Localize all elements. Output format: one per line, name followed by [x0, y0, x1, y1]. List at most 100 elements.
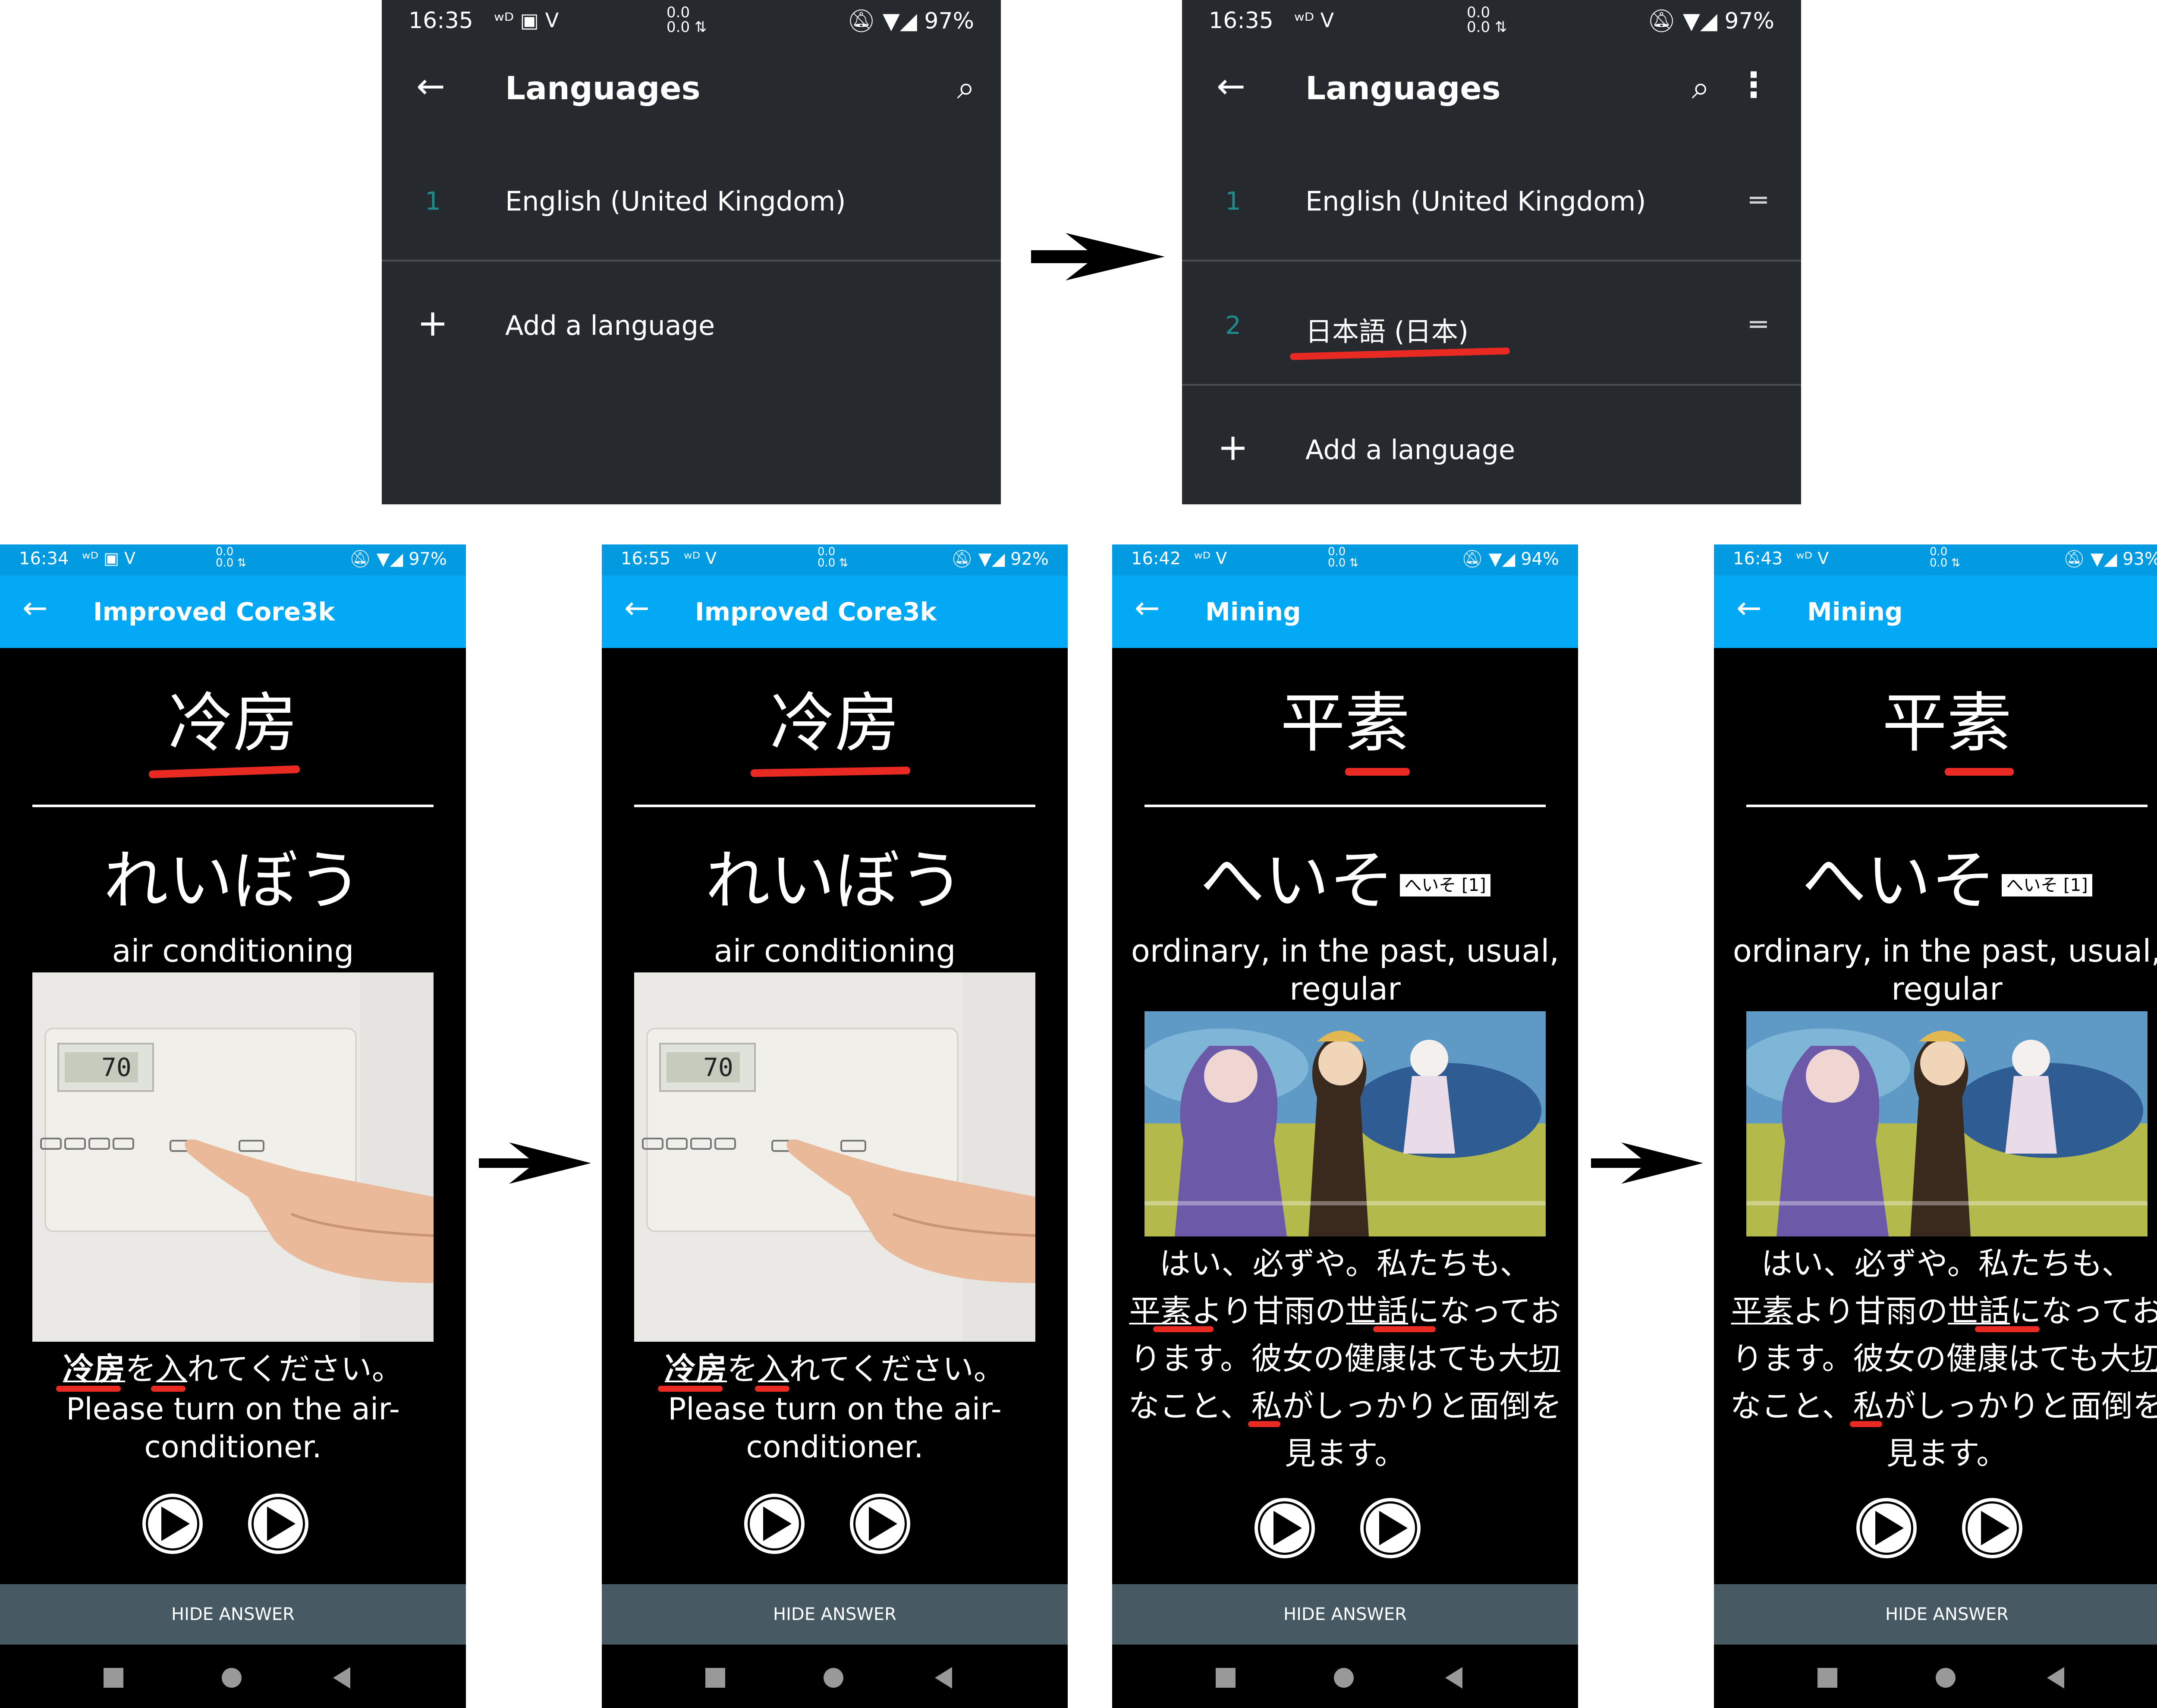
hide-answer-button[interactable]: HIDE ANSWER: [602, 1584, 1068, 1645]
language-row[interactable]: 2 日本語 (日本) ═: [1182, 262, 1801, 385]
red-underline-annotation: [1945, 768, 2014, 776]
nav-bar: [1714, 1645, 2157, 1708]
back-icon[interactable]: [1445, 1667, 1462, 1689]
play-audio-button[interactable]: [1360, 1498, 1421, 1558]
back-arrow-icon[interactable]: ←: [22, 593, 48, 623]
back-arrow-icon[interactable]: ←: [1217, 69, 1245, 104]
red-underline-annotation: [148, 765, 300, 779]
divider: [1746, 805, 2148, 807]
thermostat-image: 70: [32, 972, 434, 1342]
language-label: 日本語 (日本): [1305, 316, 1469, 347]
notification-icons: ʷᴰ V: [1796, 549, 1829, 568]
status-bar: 16:55 ʷᴰ V 0.0 0.0 ⇅ 🔕︎ ▼◢ 92%: [602, 544, 1068, 576]
app-bar: ← Mining: [1112, 576, 1578, 648]
app-bar: ← Improved Core3k: [602, 576, 1068, 648]
recents-icon[interactable]: [104, 1668, 123, 1688]
meaning: air conditioning: [714, 933, 956, 969]
deck-title: Improved Core3k: [695, 597, 937, 626]
play-audio-button[interactable]: [850, 1494, 910, 1554]
language-row[interactable]: 1 English (United Kingdom) ═: [1182, 138, 1801, 261]
data-speed: 0.0 0.0 ⇅: [216, 545, 247, 569]
notification-icons: ʷᴰ V: [1294, 9, 1334, 32]
notification-icons: ʷᴰ ▣ V: [82, 549, 136, 568]
add-language-row[interactable]: + Add a language: [1182, 387, 1801, 510]
recents-icon[interactable]: [1817, 1668, 1837, 1688]
translation: Please turn on the air-conditioner.: [668, 1391, 1002, 1465]
flashcard-screen-4: 16:43 ʷᴰ V 0.00.0 ⇅ 🔕︎ ▼◢ 93% ← Mining 平…: [1714, 544, 2157, 1708]
hide-answer-button[interactable]: HIDE ANSWER: [0, 1584, 466, 1645]
status-time: 16:55: [621, 549, 671, 569]
red-underline-annotation: [1248, 1421, 1280, 1427]
app-bar: ← Mining: [1714, 576, 2157, 648]
divider: [1182, 384, 1801, 386]
app-bar: ← Improved Core3k: [0, 576, 466, 648]
nav-bar: [1112, 1645, 1578, 1708]
card-front-word: 冷房: [168, 686, 298, 761]
back-arrow-icon[interactable]: ←: [416, 69, 445, 104]
reading: れいぼう: [103, 843, 362, 918]
home-icon[interactable]: [1334, 1668, 1354, 1688]
language-index: 2: [1225, 311, 1241, 340]
divider: [1182, 260, 1801, 261]
reading: へいそ へいそ [1]: [1112, 842, 1578, 920]
back-arrow-icon[interactable]: ←: [1736, 593, 1762, 623]
divider: [32, 805, 434, 807]
play-audio-button[interactable]: [1856, 1498, 1917, 1558]
arrow-icon: [1031, 233, 1165, 280]
back-icon[interactable]: [333, 1667, 350, 1689]
back-icon[interactable]: [2047, 1667, 2064, 1689]
data-speed: 0.0 0.0 ⇅: [818, 545, 849, 569]
play-audio-button[interactable]: [1962, 1498, 2022, 1558]
home-icon[interactable]: [824, 1668, 843, 1688]
home-icon[interactable]: [1936, 1668, 1956, 1688]
status-bar: 16:34 ʷᴰ ▣ V 0.0 0.0 ⇅ 🔕︎ ▼◢ 97%: [0, 544, 466, 576]
search-icon[interactable]: ⌕: [1692, 69, 1710, 107]
more-vert-icon[interactable]: ⋮: [1736, 65, 1771, 105]
back-arrow-icon[interactable]: ←: [1135, 593, 1160, 623]
meaning: air conditioning: [112, 933, 354, 969]
add-language-row[interactable]: + Add a language: [382, 262, 1001, 385]
back-icon[interactable]: [935, 1667, 952, 1689]
status-bar: 16:43 ʷᴰ V 0.00.0 ⇅ 🔕︎ ▼◢ 93%: [1714, 544, 2157, 576]
card-front-word: 平素: [1882, 686, 2012, 761]
status-time: 16:43: [1733, 549, 1783, 569]
notification-icons: ʷᴰ V: [1194, 549, 1227, 568]
add-language-label: Add a language: [1305, 434, 1516, 466]
page-title: Languages: [1305, 70, 1501, 107]
meaning: ordinary, in the past, usual, regular: [1131, 933, 1560, 1007]
status-right: 🔕︎ ▼◢ 93%: [2063, 549, 2157, 569]
red-underline-annotation: [750, 766, 911, 777]
language-label: English (United Kingdom): [505, 186, 846, 217]
language-index: 1: [425, 186, 441, 216]
home-icon[interactable]: [222, 1668, 242, 1688]
play-audio-button[interactable]: [248, 1494, 308, 1554]
status-bar: 16:42 ʷᴰ V 0.0 0.0 ⇅ 🔕︎ ▼◢ 94%: [1112, 544, 1578, 576]
status-right: 🔕︎ ▼◢ 94%: [1461, 549, 1559, 569]
drag-handle-icon[interactable]: ═: [1750, 185, 1767, 217]
recents-icon[interactable]: [1216, 1668, 1236, 1688]
status-time: 16:35: [409, 8, 473, 34]
back-arrow-icon[interactable]: ←: [624, 593, 650, 623]
svg-text:70: 70: [101, 1053, 132, 1082]
mute-icon: 🔕︎: [847, 8, 876, 34]
game-screenshot-image: [1746, 1011, 2148, 1236]
settings-screen-before: 16:35 ʷᴰ ▣ V 0.0 0.0 ⇅ 🔕︎ ▼◢ 97% ← Langua…: [382, 0, 1001, 504]
status-right: 🔕︎ ▼◢ 97%: [1647, 8, 1774, 34]
play-audio-button[interactable]: [744, 1494, 805, 1554]
nav-bar: [602, 1645, 1068, 1708]
page-title: Languages: [505, 70, 701, 107]
drag-handle-icon[interactable]: ═: [1750, 309, 1767, 341]
status-time: 16:42: [1131, 549, 1181, 569]
play-audio-button[interactable]: [142, 1494, 203, 1554]
language-row[interactable]: 1 English (United Kingdom): [382, 138, 1001, 261]
hide-answer-button[interactable]: HIDE ANSWER: [1112, 1584, 1578, 1645]
hide-answer-button[interactable]: HIDE ANSWER: [1714, 1584, 2157, 1645]
play-audio-button[interactable]: [1255, 1498, 1315, 1558]
divider: [382, 260, 1001, 261]
red-underline-annotation: [1850, 1421, 1882, 1427]
language-index: 1: [1225, 186, 1241, 216]
recents-icon[interactable]: [705, 1668, 725, 1688]
settings-screen-after: 16:35 ʷᴰ V 0.0 0.0 ⇅ 🔕︎ ▼◢ 97% ← Language…: [1182, 0, 1801, 504]
search-icon[interactable]: ⌕: [957, 69, 975, 107]
arrow-icon: [479, 1142, 591, 1184]
